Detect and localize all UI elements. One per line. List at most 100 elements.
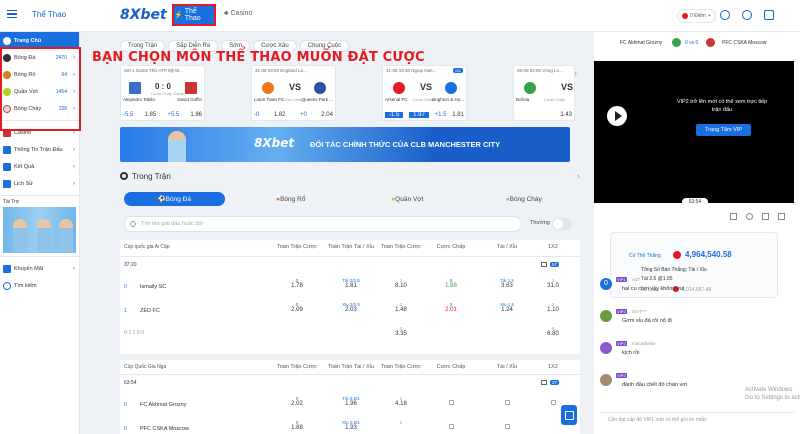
- tv-icon[interactable]: [541, 380, 547, 385]
- tab-sport[interactable]: ⚡ Thể Thao: [172, 4, 216, 26]
- stats-icon[interactable]: [762, 213, 769, 220]
- home-icon: [3, 36, 11, 45]
- odd-cell[interactable]: 0 1.88: [272, 420, 322, 431]
- divider: [0, 195, 79, 196]
- chevron-right-icon: ›: [73, 146, 75, 153]
- vip-badge: VIP1: [616, 277, 627, 282]
- odd-cell[interactable]: X 3.35: [376, 326, 426, 337]
- sidebar-item-promotions[interactable]: Khuyến Mãi ›: [0, 260, 79, 277]
- odd-cell[interactable]: 2 1.48: [376, 302, 426, 313]
- sport-tab-tennis[interactable]: ● Quần Vợt: [357, 192, 458, 206]
- player-figure: [37, 219, 51, 253]
- team-shirt-icon: [393, 82, 405, 94]
- match-card[interactable]: 08-09 04:00 Vòng Lo... VS Bolivia Cược C…: [513, 65, 575, 121]
- mode-toggle[interactable]: [552, 218, 572, 230]
- annotation-text: BẠN CHỌN MÔN THỂ THAO MUỐN ĐẶT CƯỢC: [92, 50, 425, 65]
- match-card[interactable]: 31-08 03:00 England Le... VS Luton Town …: [251, 65, 336, 121]
- more-icon[interactable]: [786, 10, 796, 20]
- team-flag: [129, 82, 141, 94]
- lock-icon: [426, 424, 476, 431]
- stats-icon: [3, 145, 11, 154]
- sidebar-item-match-info[interactable]: Thông Tin Trận Đấu ›: [0, 141, 79, 158]
- match-card[interactable]: 31-08 19:30 Ngoại Hạn... 111 VS Arsenal …: [382, 65, 467, 121]
- vip-badge: VIP2: [616, 373, 627, 378]
- sidebar-item-results[interactable]: Kết Quả ›: [0, 158, 79, 175]
- plus-icon: +: [707, 13, 711, 19]
- match-card[interactable]: Set 1 Game Thứ ATP Mỹ M... 0 : 0 Alejand…: [120, 65, 205, 121]
- odd-cell[interactable]: 2: [376, 420, 426, 425]
- odd-cell[interactable]: 2 1.10: [528, 302, 578, 313]
- video-player[interactable]: VIP2 trở lên mới có thể xem trực tiếp tr…: [594, 61, 794, 207]
- live-section-header: Trong Trận ›: [120, 168, 580, 184]
- odd-cell[interactable]: 1 31.0: [528, 278, 578, 289]
- logo[interactable]: 8Xbet: [120, 7, 167, 23]
- fullscreen-icon[interactable]: [778, 213, 785, 220]
- chat-input[interactable]: Cần đạt cấp độ VIP1 mới có thể gửi tin n…: [600, 412, 795, 426]
- team-name: ZED FC: [140, 308, 160, 314]
- odd-cell[interactable]: Xỉu 0.5/1 1.93: [326, 420, 376, 431]
- odd-cell[interactable]: Xỉu 1.5 1.24: [482, 302, 532, 313]
- top-bar: Thể Thao 8Xbet ⚡ Thể Thao ♣ Casino 0 Điểm…: [0, 0, 800, 32]
- odd-cell[interactable]: Tài 1.5 3.63: [482, 278, 532, 289]
- windows-watermark: Activate Windows Go to Settings to activ…: [745, 387, 800, 401]
- chat-icon[interactable]: [764, 10, 774, 20]
- team-name: FC Akhmat Grozny: [140, 402, 187, 408]
- team-flag: [185, 82, 197, 94]
- coin-icon: [682, 13, 688, 19]
- avatar: [600, 310, 612, 322]
- team-shirt-icon: [445, 82, 457, 94]
- screen-icon[interactable]: [730, 213, 737, 220]
- odd-cell[interactable]: 1 8.10: [376, 278, 426, 289]
- sidebar-item-history[interactable]: Lịch Sử ›: [0, 175, 79, 192]
- league-name: Cúp Quốc Gia Nga: [124, 364, 167, 370]
- search-row: Tìm tên giải đấu hoặc đội Thường: [124, 216, 579, 232]
- odd-cell[interactable]: 0 1.78: [272, 278, 322, 289]
- odd-cell[interactable]: 0 1.88: [426, 278, 476, 289]
- odd-cell[interactable]: Tài 2/2.5 1.81: [326, 278, 376, 289]
- odd-cell[interactable]: Tài 0.5/1 1.96: [326, 396, 376, 407]
- lock-icon: [426, 400, 476, 407]
- wallet-icon[interactable]: [720, 10, 730, 20]
- avatar: [600, 342, 612, 354]
- tv-icon[interactable]: [541, 262, 547, 267]
- sidebar-item-search[interactable]: Tìm kiếm: [0, 277, 79, 294]
- vip-center-button[interactable]: Trang Tâm VIP: [696, 124, 751, 136]
- player-figure: [59, 219, 73, 253]
- football-icon: ⚽: [157, 196, 166, 203]
- team-name: Ismaily SC: [140, 284, 167, 290]
- team-shirt-icon: [262, 82, 274, 94]
- odd-cell[interactable]: 0 2.02: [272, 396, 322, 407]
- odd-cell[interactable]: X 6.80: [528, 326, 578, 337]
- search-input[interactable]: Tìm tên giải đấu hoặc đội: [124, 216, 522, 232]
- chat-message: 0 VIP1 A47 hai cu chơi vậy không vui: [600, 276, 790, 302]
- divider: [120, 374, 580, 375]
- user-icon[interactable]: [742, 10, 752, 20]
- sport-tab-football[interactable]: ⚽ Bóng Đá: [124, 192, 225, 206]
- search-icon: [130, 221, 136, 227]
- sponsor-banner[interactable]: [3, 207, 76, 253]
- live-icon: [120, 172, 128, 180]
- chevron-right-icon[interactable]: ›: [577, 171, 580, 181]
- team-name: PFC CSKA Moscow: [140, 426, 189, 432]
- bet-slip-button[interactable]: [561, 405, 577, 425]
- odd-cell[interactable]: 1 4.18: [376, 396, 426, 407]
- team-crest-icon: [672, 38, 681, 47]
- volume-icon[interactable]: [746, 213, 753, 220]
- sport-tab-baseball[interactable]: ● Bóng Chày: [474, 192, 575, 206]
- balance-pill[interactable]: 0 Điểm +: [677, 9, 716, 23]
- sponsor-label: Tài Trợ: [3, 199, 20, 205]
- team-crest-icon: [706, 38, 715, 47]
- play-icon[interactable]: [607, 106, 627, 126]
- odd-cell[interactable]: 0 2.01: [426, 302, 476, 313]
- search-icon: [3, 281, 11, 290]
- menu-icon[interactable]: [7, 10, 17, 18]
- player-figure: [168, 131, 186, 162]
- chevron-right-icon: ›: [73, 180, 75, 187]
- chevron-right-icon: ›: [73, 163, 75, 170]
- promo-banner[interactable]: 8Xbet ĐỐI TÁC CHÍNH THỨC CỦA CLB MANCHES…: [120, 127, 570, 162]
- team-shirt-icon: [314, 82, 326, 94]
- odd-cell[interactable]: Xỉu 2/2.5 2.03: [326, 302, 376, 313]
- tab-casino[interactable]: ♣ Casino: [224, 10, 252, 17]
- odd-cell[interactable]: 0 2.09: [272, 302, 322, 313]
- sport-tab-basketball[interactable]: ● Bóng Rổ: [241, 192, 342, 206]
